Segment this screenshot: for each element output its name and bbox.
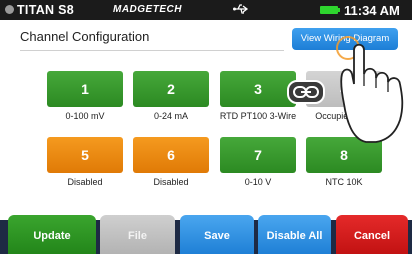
save-button[interactable]: Save [180,215,254,254]
channel-1-label: 0-100 mV [65,111,105,121]
status-bar: TITAN S8 MADGETECH 11:34 AM [0,0,412,20]
usb-icon [233,3,249,18]
status-dot-icon [5,5,14,14]
page-title: Channel Configuration [20,29,150,44]
channel-5-label: Disabled [67,177,103,187]
battery-icon [320,6,340,14]
clock: 11:34 AM [344,3,400,18]
hand-pointer-icon [336,34,412,149]
channel-5-button[interactable]: 5 [47,137,123,173]
channel-link-icon[interactable] [287,80,325,104]
disable-all-button[interactable]: Disable All [258,215,331,254]
cancel-button[interactable]: Cancel [336,215,408,254]
file-button[interactable]: File [100,215,175,254]
channel-2-label: 0-24 mA [153,111,188,121]
channel-7-label: 0-10 V [244,177,272,187]
channel-3-button[interactable]: 3 [220,71,296,107]
brand-logo: MADGETECH [113,4,182,15]
channel-7-button[interactable]: 7 [220,137,296,173]
update-button[interactable]: Update [8,215,96,254]
channel-6-label: Disabled [153,177,189,187]
channel-3-label: RTD PT100 3-Wire [219,111,297,121]
channel-1-button[interactable]: 1 [47,71,123,107]
channel-8-label: NTC 10K [325,177,363,187]
channel-6-button[interactable]: 6 [133,137,209,173]
channel-2-button[interactable]: 2 [133,71,209,107]
device-name: TITAN S8 [17,3,75,17]
title-divider [20,50,284,51]
